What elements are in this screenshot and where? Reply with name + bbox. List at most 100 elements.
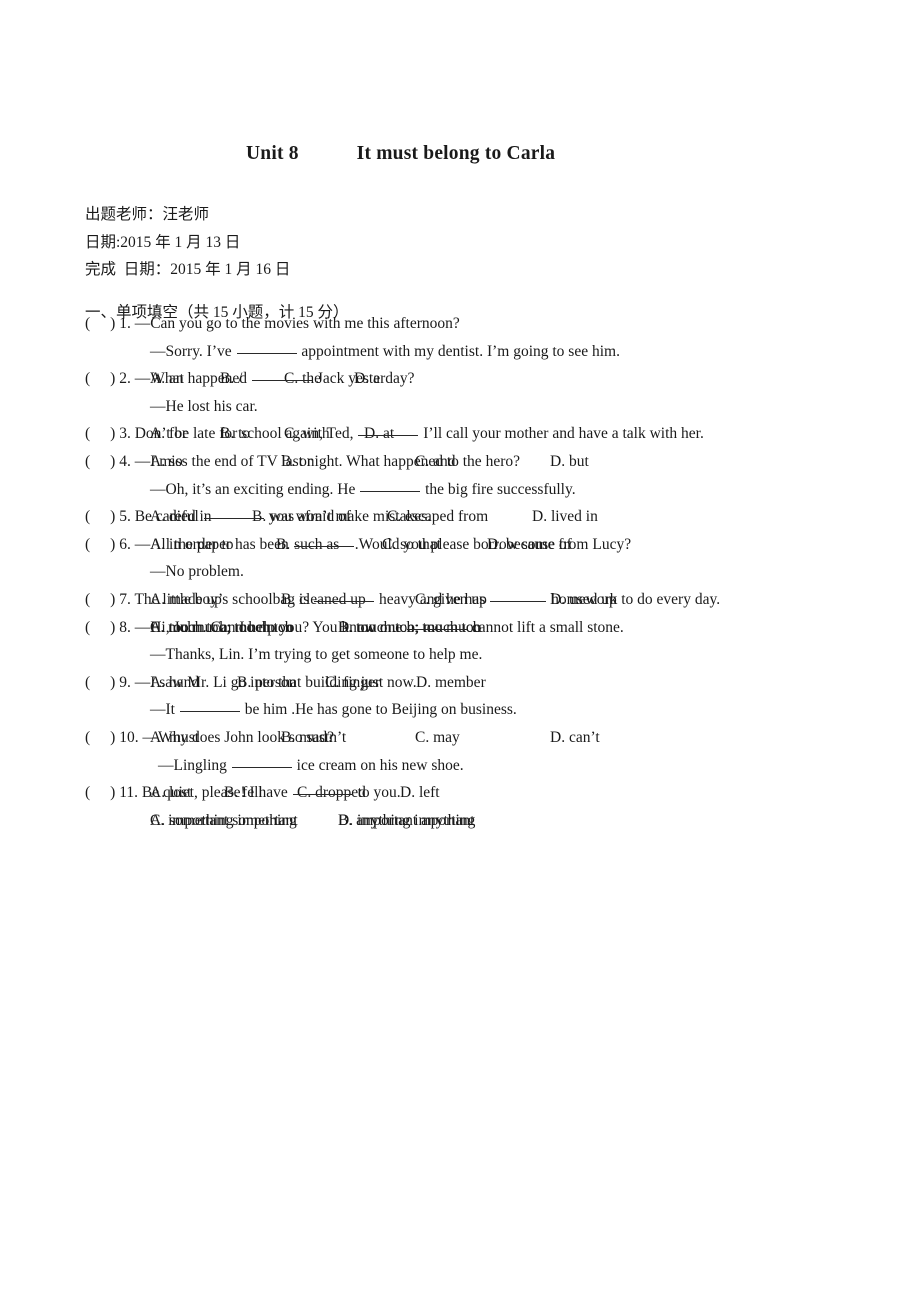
meta-line-author: 出题老师：汪老师 [85, 206, 210, 223]
title-main: It must belong to Carla [356, 143, 556, 164]
question-number: 5. [119, 508, 131, 526]
meta-line-date: 日期:2015 年 1 月 13 日 [85, 233, 241, 251]
document-metadata: 出题老师：汪老师 日期:2015 年 1 月 13 日 完成 日期：2015 年… [85, 201, 845, 284]
question-text: appointment with my dentist. I’m going t… [297, 342, 620, 360]
title-unit: Unit 8 [246, 143, 299, 164]
answer-bracket[interactable]: () [85, 729, 115, 746]
answer-bracket[interactable]: () [85, 536, 115, 553]
answer-bracket[interactable]: () [85, 619, 115, 636]
question-block: () 9. —I saw Mr. Li go into that buildin… [0, 669, 920, 746]
question-stem: () 2. —What happened Jack yesterday? [0, 365, 920, 393]
question-stem: () 9. —I saw Mr. Li go into that buildin… [0, 669, 920, 697]
question-text: Be careful [134, 508, 203, 526]
answer-blank[interactable] [231, 766, 292, 768]
option-choice[interactable]: C. important something [150, 807, 297, 835]
question-number: 6. [119, 535, 131, 553]
answer-blank[interactable] [358, 435, 419, 437]
question-text: —What happened [134, 370, 251, 388]
answer-bracket[interactable]: () [85, 591, 115, 608]
question-text: ice cream on his new shoe. [292, 756, 464, 774]
answer-bracket[interactable]: () [85, 453, 115, 470]
question-block: () 7. The little boy’s schoolbag is heav… [0, 586, 920, 636]
answer-blank[interactable] [490, 600, 547, 602]
question-text: —Sorry. I’ve [150, 342, 236, 360]
question-block: () 2. —What happened Jack yesterday? —He … [0, 365, 920, 442]
question-text: you won’t make mistakes. [264, 508, 432, 526]
question-text: —All the paper has been [134, 535, 293, 553]
question-stem: () 11. Be quiet, please! I have to you. [0, 779, 920, 807]
question-blank-line: —Sorry. I’ve appointment with my dentist… [0, 338, 920, 366]
answer-bracket[interactable]: () [85, 315, 115, 332]
question-number: 11. [119, 784, 139, 802]
question-text: —I saw Mr. Li go into that building just… [134, 673, 417, 691]
question-text: cannot lift a small stone. [467, 618, 624, 636]
question-number: 4. [119, 452, 131, 470]
answer-blank[interactable] [203, 518, 264, 520]
question-text: The little boy’s schoolbag is [134, 590, 314, 608]
question-reply-line: —Thanks, Lin. I’m trying to get someone … [150, 646, 483, 664]
answer-bracket[interactable]: () [85, 425, 115, 442]
option-choice[interactable]: D. important anything [338, 807, 475, 835]
question-block: () 11. Be quiet, please! I have to you. A… [0, 779, 920, 829]
answer-bracket[interactable]: () [85, 508, 115, 525]
question-text: —Lingling [158, 756, 231, 774]
question-text: I’ll call your mother and have a talk wi… [419, 425, 704, 443]
question-text: —I miss the end of TV last night. What h… [134, 452, 520, 470]
question-reply-line: —No problem. [150, 563, 244, 581]
answer-blank[interactable] [179, 711, 240, 713]
question-stem: () 7. The little boy’s schoolbag is heav… [0, 586, 920, 614]
question-text: be him .He has gone to Beijing on busine… [240, 701, 517, 719]
question-block: () 3. Don’t be late for school again, Te… [0, 420, 920, 470]
question-text: —Hi, John. Can I help you? You know one [134, 618, 406, 636]
question-text: the big fire successfully. [421, 480, 576, 498]
page-title: Unit 8 It must belong to Carla [246, 143, 555, 165]
answer-bracket[interactable]: () [85, 674, 115, 691]
question-blank-line: —Lingling ice cream on his new shoe. [0, 752, 920, 780]
question-number: 7. [119, 590, 131, 608]
meta-line-due-date: 完成 日期：2015 年 1 月 16 日 [85, 261, 291, 278]
question-text: heavy and he has [375, 590, 490, 608]
question-text: .Would you please borrow some from Lucy? [354, 535, 632, 553]
question-text: —Oh, it’s an exciting ending. He [150, 480, 360, 498]
question-stem: () 1. —Can you go to the movies with me … [0, 310, 920, 338]
question-text: Be quiet, please! I have [141, 784, 292, 802]
question-text: —Can you go to the movies with me this a… [134, 315, 460, 332]
question-text: homework to do every day. [547, 590, 721, 608]
question-stem: () 5. Be careful you won’t make mistakes… [0, 503, 920, 531]
question-stem: () 8. —Hi, John. Can I help you? You kno… [0, 614, 920, 642]
question-block: () 6. —All the paper has been .Would you… [0, 531, 920, 608]
question-text: —It [150, 701, 179, 719]
answer-blank[interactable] [406, 628, 467, 630]
question-block: () 1. —Can you go to the movies with me … [0, 310, 920, 387]
question-stem: () 10. —Why does John look so sad? [0, 724, 920, 752]
question-number: 8. [119, 618, 131, 636]
question-number: 1. [119, 315, 131, 332]
answer-bracket[interactable]: () [85, 370, 115, 387]
question-reply-line: —He lost his car. [150, 397, 258, 415]
question-number: 9. [119, 673, 131, 691]
question-stem: () 4. —I miss the end of TV last night. … [0, 448, 920, 476]
answer-blank[interactable] [251, 380, 312, 382]
answer-blank[interactable] [236, 352, 297, 354]
question-blank-line: —Oh, it’s an exciting ending. He the big… [0, 476, 920, 504]
question-text: Jack yesterday? [312, 370, 415, 388]
answer-blank[interactable] [314, 600, 375, 602]
answer-blank[interactable] [360, 490, 421, 492]
question-list: () 1. —Can you go to the movies with me … [0, 310, 920, 829]
answer-bracket[interactable]: () [85, 784, 115, 801]
question-stem: () 6. —All the paper has been .Would you… [0, 531, 920, 559]
question-text: Don’t be late for school again, Ted, [134, 425, 358, 443]
question-text: to you. [353, 784, 401, 802]
question-number: 10. [119, 728, 139, 746]
question-block: () 5. Be careful you won’t make mistakes… [0, 503, 920, 553]
question-block: () 8. —Hi, John. Can I help you? You kno… [0, 614, 920, 691]
answer-blank[interactable] [292, 794, 353, 796]
question-number: 3. [119, 425, 131, 443]
question-text: —Why does John look so sad? [142, 728, 335, 746]
question-stem: () 3. Don’t be late for school again, Te… [0, 420, 920, 448]
question-block: () 10. —Why does John look so sad? —Lingl… [0, 724, 920, 801]
question-number: 2. [119, 370, 131, 388]
question-blank-line: —It be him .He has gone to Beijing on bu… [0, 696, 920, 724]
document-page: Unit 8 It must belong to Carla 出题老师：汪老师 日… [0, 0, 920, 1302]
answer-blank[interactable] [293, 545, 354, 547]
